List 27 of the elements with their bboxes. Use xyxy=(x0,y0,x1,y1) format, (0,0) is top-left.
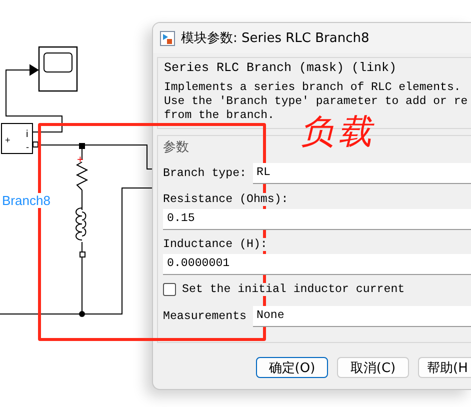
dialog-button[interactable]: 帮助(H xyxy=(418,357,471,378)
port-icon xyxy=(80,252,86,258)
wire-junction xyxy=(79,311,85,317)
section-title: 参数 xyxy=(163,138,189,156)
checkbox-label: Set the initial inductor current xyxy=(182,283,405,296)
input-field[interactable]: 0.0000001 xyxy=(163,254,471,275)
dialog-button[interactable]: 取消(C) xyxy=(337,357,409,378)
dropdown[interactable]: None xyxy=(252,306,471,327)
input-field[interactable]: 0.15 xyxy=(163,209,471,230)
field-label: Resistance (Ohms): xyxy=(163,193,288,206)
scope-block xyxy=(38,46,78,92)
dialog-button[interactable]: 确定(O) xyxy=(256,357,328,378)
plus-sign: + xyxy=(5,135,10,145)
window-title: 模块参数: Series RLC Branch8 xyxy=(181,30,370,47)
inductor-icon xyxy=(76,208,86,240)
checkbox[interactable] xyxy=(163,283,176,296)
polarity-mark: + xyxy=(77,154,84,166)
minus-sign: - xyxy=(26,142,29,152)
group-title: Series RLC Branch (mask) (link) xyxy=(164,61,397,75)
app-icon xyxy=(160,30,175,46)
port-label: i xyxy=(26,129,28,140)
field-label: Inductance (H): xyxy=(163,238,268,251)
resistor-icon xyxy=(76,162,88,190)
block-label: Branch8 xyxy=(2,193,50,208)
field-label: Branch type: xyxy=(163,167,246,180)
port-icon xyxy=(79,143,85,149)
dropdown[interactable]: RL xyxy=(252,163,471,184)
